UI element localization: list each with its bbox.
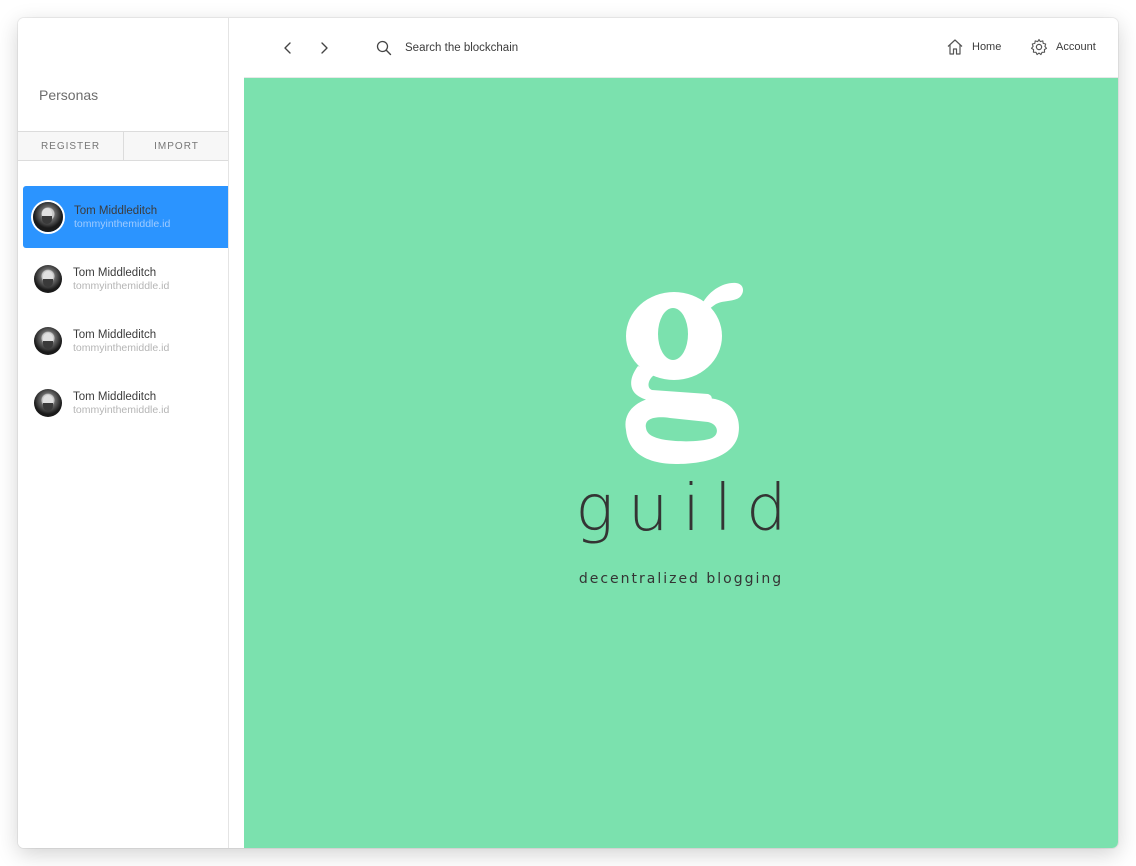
persona-item[interactable]: Tom Middleditch tommyinthemiddle.id (23, 186, 228, 248)
home-icon (947, 39, 963, 55)
home-link[interactable]: Home (946, 38, 1001, 56)
persona-name: Tom Middleditch (73, 390, 157, 403)
guild-wordmark: guild (575, 472, 801, 546)
gear-icon (1030, 38, 1048, 56)
tagline: decentralized blogging (578, 571, 784, 587)
avatar (34, 327, 62, 355)
top-bar: Search the blockchain Home Account (244, 18, 1118, 78)
sidebar: Personas REGISTER IMPORT Tom Middleditch… (18, 18, 229, 848)
persona-name: Tom Middleditch (73, 266, 157, 279)
content-area: guild decentralized blogging (244, 78, 1118, 848)
import-tab[interactable]: IMPORT (123, 132, 229, 160)
search-field[interactable]: Search the blockchain (376, 40, 518, 56)
persona-tabs: REGISTER IMPORT (18, 131, 229, 161)
chevron-left-icon (284, 42, 291, 54)
persona-list: Tom Middleditch tommyinthemiddle.id Tom … (23, 186, 228, 434)
account-label: Account (1056, 41, 1096, 53)
avatar (34, 265, 62, 293)
sidebar-title: Personas (39, 87, 99, 103)
main-panel: Search the blockchain Home Account guild… (244, 18, 1118, 848)
register-tab[interactable]: REGISTER (18, 132, 123, 160)
persona-id: tommyinthemiddle.id (74, 217, 171, 230)
persona-id: tommyinthemiddle.id (73, 403, 170, 416)
persona-item[interactable]: Tom Middleditch tommyinthemiddle.id (23, 310, 228, 372)
persona-id: tommyinthemiddle.id (73, 279, 170, 292)
back-button[interactable] (280, 40, 296, 56)
account-link[interactable]: Account (1030, 38, 1096, 56)
forward-button[interactable] (316, 40, 332, 56)
persona-name: Tom Middleditch (73, 328, 157, 341)
persona-item[interactable]: Tom Middleditch tommyinthemiddle.id (23, 372, 228, 434)
search-icon (376, 40, 392, 56)
search-placeholder: Search the blockchain (405, 42, 519, 54)
persona-id: tommyinthemiddle.id (73, 341, 170, 354)
app-window: Personas REGISTER IMPORT Tom Middleditch… (18, 18, 1118, 848)
persona-item[interactable]: Tom Middleditch tommyinthemiddle.id (23, 248, 228, 310)
persona-name: Tom Middleditch (74, 204, 158, 217)
guild-logo-icon (625, 282, 744, 464)
chevron-right-icon (321, 42, 328, 54)
sidebar-divider (228, 18, 229, 848)
avatar (33, 202, 63, 232)
avatar (34, 389, 62, 417)
home-label: Home (972, 41, 1002, 53)
